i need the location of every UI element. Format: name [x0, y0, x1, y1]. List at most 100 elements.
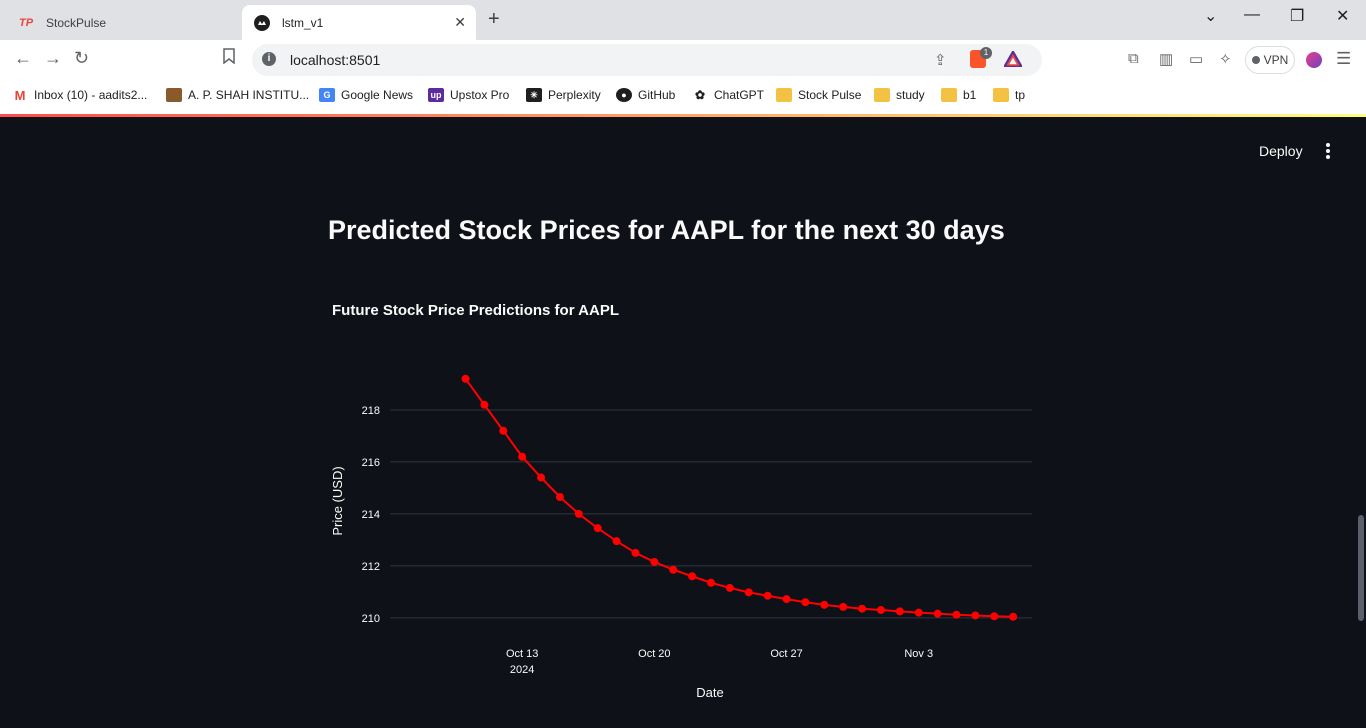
- bookmark-item[interactable]: b1: [941, 88, 976, 102]
- data-point[interactable]: [669, 565, 678, 574]
- tab-title: StockPulse: [46, 15, 107, 30]
- data-point[interactable]: [688, 572, 697, 581]
- bookmark-item[interactable]: Stock Pulse: [776, 88, 861, 102]
- forward-icon[interactable]: →: [44, 48, 62, 69]
- x-axis-ticks: Oct 13 2024 Oct 20 Oct 27 Nov 3: [506, 648, 933, 676]
- x-tick-label: Oct 13: [506, 648, 538, 660]
- data-point[interactable]: [858, 604, 867, 613]
- data-point[interactable]: [537, 473, 546, 482]
- data-point[interactable]: [1009, 612, 1018, 621]
- data-point[interactable]: [650, 557, 659, 566]
- bookmarks-bar: M Inbox (10) - aadits2... A. P. SHAH INS…: [0, 80, 1366, 114]
- y-tick-label: 212: [362, 561, 380, 573]
- bookmark-item[interactable]: up Upstox Pro: [428, 88, 509, 102]
- github-icon: ●: [616, 88, 632, 102]
- minimize-icon[interactable]: —: [1244, 6, 1260, 24]
- bookmark-item[interactable]: ✿ ChatGPT: [692, 88, 764, 102]
- shield-count-badge: 1: [980, 47, 992, 59]
- url-text: localhost:8501: [290, 52, 381, 68]
- y-axis-ticks: 210 212 214 216 218: [362, 405, 380, 625]
- data-point[interactable]: [990, 612, 999, 621]
- close-window-icon[interactable]: ✕: [1336, 6, 1349, 26]
- bookmark-item[interactable]: A. P. SHAH INSTITU...: [166, 88, 309, 102]
- tab-title: lstm_v1: [282, 15, 324, 30]
- bookmark-item[interactable]: M Inbox (10) - aadits2...: [12, 87, 148, 103]
- address-bar[interactable]: i localhost:8501 ⇪ 1: [252, 44, 1042, 76]
- bookmark-item[interactable]: study: [874, 88, 925, 102]
- bookmark-item[interactable]: G Google News: [319, 88, 413, 102]
- data-point[interactable]: [480, 400, 489, 409]
- x-tick-label: Oct 27: [770, 648, 802, 660]
- data-point[interactable]: [555, 493, 564, 502]
- crest-icon: [166, 88, 182, 102]
- close-tab-icon[interactable]: ✕: [454, 14, 466, 31]
- folder-icon: [941, 88, 957, 102]
- tab-lstm[interactable]: lstm_v1 ✕: [242, 5, 476, 40]
- price-chart[interactable]: 210 212 214 216 218 Oct 13 2024 Oct 20 Oct 27 No…: [0, 117, 1366, 728]
- site-info-icon[interactable]: i: [262, 52, 276, 66]
- y-tick-label: 214: [362, 509, 380, 521]
- folder-icon: [993, 88, 1009, 102]
- x-axis-label: Date: [696, 685, 723, 700]
- bookmark-icon[interactable]: [222, 48, 236, 69]
- brave-rewards-icon[interactable]: [1002, 49, 1024, 72]
- x-tick-label: Nov 3: [904, 648, 933, 660]
- bookmark-item[interactable]: tp: [993, 88, 1025, 102]
- page-scrollbar[interactable]: [1358, 515, 1364, 621]
- reload-icon[interactable]: ↻: [74, 48, 89, 69]
- data-point[interactable]: [895, 607, 904, 616]
- series-line: [464, 378, 1014, 618]
- y-tick-label: 210: [362, 613, 380, 625]
- streamlit-favicon-icon: [254, 14, 270, 31]
- data-point[interactable]: [725, 583, 734, 592]
- x-tick-sublabel: 2024: [510, 664, 534, 676]
- x-tick-label: Oct 20: [638, 648, 670, 660]
- series-points: [461, 374, 1018, 621]
- gmail-icon: M: [14, 87, 26, 103]
- data-point[interactable]: [499, 426, 508, 435]
- data-point[interactable]: [574, 509, 583, 518]
- data-point[interactable]: [518, 452, 527, 461]
- tab-stockpulse[interactable]: TP StockPulse: [8, 5, 236, 40]
- data-point[interactable]: [461, 374, 470, 383]
- new-tab-icon[interactable]: +: [488, 8, 500, 31]
- leo-ai-icon[interactable]: ✧: [1219, 50, 1232, 68]
- tab-search-chevron-icon[interactable]: ⌄: [1204, 6, 1217, 26]
- browser-toolbar: ← → ↻ i localhost:8501 ⇪ 1 ⧉ ▥ ▭ ✧ VPN ☰: [0, 40, 1366, 80]
- data-point[interactable]: [744, 588, 753, 597]
- tp-favicon-icon: TP: [18, 16, 34, 29]
- vpn-status-icon: [1251, 56, 1260, 64]
- data-point[interactable]: [876, 606, 885, 615]
- app-main: Deploy Predicted Stock Prices for AAPL f…: [0, 117, 1366, 728]
- data-point[interactable]: [820, 600, 829, 609]
- bookmark-item[interactable]: ✳ Perplexity: [526, 88, 601, 102]
- share-icon[interactable]: ⇪: [934, 51, 947, 69]
- profile-avatar[interactable]: [1306, 52, 1322, 68]
- data-point[interactable]: [631, 548, 640, 557]
- extensions-icon[interactable]: ⧉: [1128, 50, 1139, 67]
- browser-tab-bar: TP StockPulse lstm_v1 ✕ + ⌄ — ❐ ✕: [0, 0, 1366, 40]
- data-point[interactable]: [914, 608, 923, 617]
- sidebar-icon[interactable]: ▥: [1159, 50, 1173, 68]
- data-point[interactable]: [612, 537, 621, 546]
- data-point[interactable]: [933, 609, 942, 618]
- data-point[interactable]: [593, 524, 602, 533]
- restore-icon[interactable]: ❐: [1290, 6, 1304, 26]
- chatgpt-icon: ✿: [694, 88, 706, 102]
- data-point[interactable]: [707, 578, 715, 587]
- menu-icon[interactable]: ☰: [1336, 49, 1351, 69]
- vpn-label: VPN: [1263, 53, 1289, 67]
- back-icon[interactable]: ←: [14, 48, 32, 69]
- vpn-button[interactable]: VPN: [1245, 46, 1295, 74]
- data-point[interactable]: [782, 595, 791, 604]
- data-point[interactable]: [763, 591, 772, 600]
- data-point[interactable]: [801, 598, 810, 607]
- data-point[interactable]: [971, 611, 980, 620]
- data-point[interactable]: [952, 610, 961, 619]
- bookmark-item[interactable]: ● GitHub: [616, 88, 675, 102]
- folder-icon: [874, 88, 890, 102]
- data-point[interactable]: [839, 602, 848, 611]
- upstox-icon: up: [428, 88, 444, 102]
- y-tick-label: 216: [362, 457, 380, 469]
- wallet-icon[interactable]: ▭: [1189, 50, 1203, 68]
